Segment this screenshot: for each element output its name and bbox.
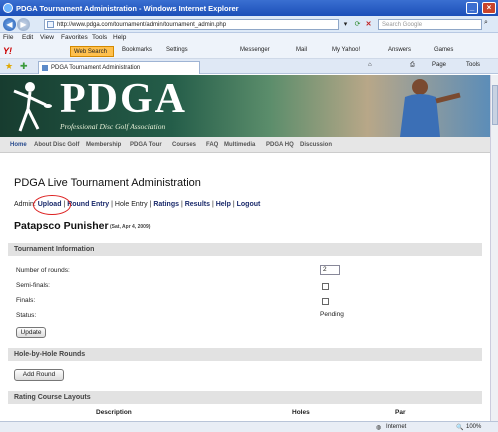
home-icon[interactable]: ⌂ bbox=[368, 62, 372, 68]
menu-edit[interactable]: Edit bbox=[22, 34, 33, 41]
add-round-button[interactable]: Add Round bbox=[14, 369, 64, 381]
address-input[interactable]: http://www.pdga.com/tournament/admin/tou… bbox=[44, 19, 339, 30]
nav-home[interactable]: Home bbox=[10, 142, 27, 148]
favorites-star-icon[interactable]: ★ bbox=[5, 61, 13, 72]
settings-button[interactable]: Settings bbox=[166, 47, 188, 53]
nav-multimedia[interactable]: Multimedia bbox=[224, 142, 255, 148]
bookmarks-button[interactable]: Bookmarks bbox=[122, 47, 152, 53]
rounds-input[interactable]: 2 bbox=[320, 265, 340, 275]
search-input[interactable]: Search Google bbox=[378, 19, 482, 30]
scroll-thumb[interactable] bbox=[492, 85, 498, 125]
semifinals-checkbox[interactable] bbox=[322, 283, 329, 290]
annotation-circle bbox=[33, 195, 71, 215]
nav-courses[interactable]: Courses bbox=[172, 142, 196, 148]
nav-about-disc-golf[interactable]: About Disc Golf bbox=[34, 142, 79, 148]
nav-discussion[interactable]: Discussion bbox=[300, 142, 332, 148]
yahoo-toolbar: Y! Web Search Bookmarks Settings Messeng… bbox=[0, 44, 498, 59]
menu-file[interactable]: File bbox=[3, 34, 13, 41]
web-search-button[interactable]: Web Search bbox=[70, 46, 114, 57]
col-holes: Holes bbox=[292, 409, 310, 416]
col-par: Par bbox=[395, 409, 406, 416]
tab-page-icon bbox=[42, 65, 48, 71]
page-icon bbox=[47, 21, 54, 28]
admin-link-hole-entry[interactable]: Hole Entry bbox=[115, 201, 148, 208]
my-yahoo-button[interactable]: My Yahoo! bbox=[332, 47, 360, 53]
pdga-tagline: Professional Disc Golf Association bbox=[60, 122, 166, 131]
ie-logo-icon bbox=[3, 3, 13, 13]
status-bar: ◍ Internet 🔍 100% bbox=[0, 421, 498, 432]
site-nav: Home About Disc Golf Membership PDGA Tou… bbox=[0, 137, 490, 153]
stop-icon[interactable]: ✕ bbox=[363, 19, 374, 30]
add-favorite-icon[interactable]: ✚ bbox=[20, 61, 28, 72]
address-toolbar: ◀ ▶ http://www.pdga.com/tournament/admin… bbox=[0, 16, 498, 33]
mail-button[interactable]: Mail bbox=[296, 47, 307, 53]
menu-favorites[interactable]: Favorites bbox=[61, 34, 88, 41]
player-photo bbox=[400, 79, 461, 137]
print-icon[interactable]: ⎙ bbox=[410, 62, 415, 69]
tab-label: PDGA Tournament Administration bbox=[51, 65, 141, 71]
yahoo-logo[interactable]: Y! bbox=[3, 46, 12, 56]
search-icon[interactable]: ⌕ bbox=[484, 19, 488, 27]
page-menu[interactable]: Page bbox=[432, 62, 446, 68]
nav-faq[interactable]: FAQ bbox=[206, 142, 218, 148]
update-button[interactable]: Update bbox=[16, 327, 46, 338]
tab-pdga-admin[interactable]: PDGA Tournament Administration bbox=[38, 61, 200, 74]
window-titlebar: PDGA Tournament Administration - Windows… bbox=[0, 0, 498, 16]
menu-bar: File Edit View Favorites Tools Help bbox=[0, 33, 498, 44]
rating-layouts-header: Rating Course Layouts bbox=[8, 391, 482, 404]
minimize-button[interactable]: _ bbox=[466, 2, 478, 14]
semifinals-label: Semi-finals: bbox=[16, 282, 50, 289]
messenger-button[interactable]: Messenger bbox=[240, 47, 270, 53]
nav-pdga-tour[interactable]: PDGA Tour bbox=[130, 142, 162, 148]
tournament-info-header: Tournament Information bbox=[8, 243, 482, 256]
menu-tools[interactable]: Tools bbox=[92, 34, 107, 41]
back-button[interactable]: ◀ bbox=[3, 18, 16, 31]
rounds-label: Number of rounds: bbox=[16, 267, 70, 274]
hole-rounds-header: Hole-by-Hole Rounds bbox=[8, 348, 482, 361]
page-title: PDGA Live Tournament Administration bbox=[14, 177, 201, 189]
tab-bar: ★ ✚ PDGA Tournament Administration ⌂ ⎙ P… bbox=[0, 59, 498, 74]
address-dropdown-icon[interactable]: ▾ bbox=[340, 19, 351, 30]
page-scrollbar[interactable] bbox=[490, 75, 498, 421]
admin-link-help[interactable]: Help bbox=[216, 201, 231, 208]
window-title: PDGA Tournament Administration - Windows… bbox=[16, 4, 239, 13]
zoom-icon: 🔍 bbox=[456, 425, 464, 431]
refresh-icon[interactable]: ⟳ bbox=[352, 19, 363, 30]
nav-membership[interactable]: Membership bbox=[86, 142, 121, 148]
zoom-level[interactable]: 100% bbox=[466, 424, 481, 430]
nav-pdga-hq[interactable]: PDGA HQ bbox=[266, 142, 294, 148]
menu-help[interactable]: Help bbox=[113, 34, 126, 41]
finals-checkbox[interactable] bbox=[322, 298, 329, 305]
zone-label: Internet bbox=[386, 424, 407, 430]
answers-button[interactable]: Answers bbox=[388, 47, 411, 53]
admin-link-ratings[interactable]: Ratings bbox=[153, 201, 179, 208]
admin-link-round-entry[interactable]: Round Entry bbox=[67, 201, 109, 208]
admin-link-logout[interactable]: Logout bbox=[237, 201, 261, 208]
page-content: PDGA Professional Disc Golf Association … bbox=[0, 75, 490, 421]
col-description: Description bbox=[96, 409, 132, 416]
status-value: Pending bbox=[320, 311, 344, 318]
address-url: http://www.pdga.com/tournament/admin/tou… bbox=[57, 22, 227, 28]
pdga-logo-text: PDGA bbox=[60, 76, 187, 122]
forward-button[interactable]: ▶ bbox=[17, 18, 30, 31]
finals-label: Finals: bbox=[16, 297, 36, 304]
menu-view[interactable]: View bbox=[40, 34, 54, 41]
disc-thrower-logo-icon bbox=[13, 82, 52, 132]
close-window-button[interactable]: × bbox=[482, 2, 496, 14]
pdga-banner: PDGA Professional Disc Golf Association bbox=[0, 75, 490, 137]
event-date: (Sat, Apr 4, 2009) bbox=[110, 224, 151, 230]
status-label: Status: bbox=[16, 312, 37, 319]
games-button[interactable]: Games bbox=[434, 47, 453, 53]
tools-menu[interactable]: Tools bbox=[466, 62, 480, 68]
globe-icon: ◍ bbox=[376, 425, 382, 431]
admin-link-results[interactable]: Results bbox=[185, 201, 210, 208]
event-title: Patapsco Punisher bbox=[14, 220, 109, 232]
